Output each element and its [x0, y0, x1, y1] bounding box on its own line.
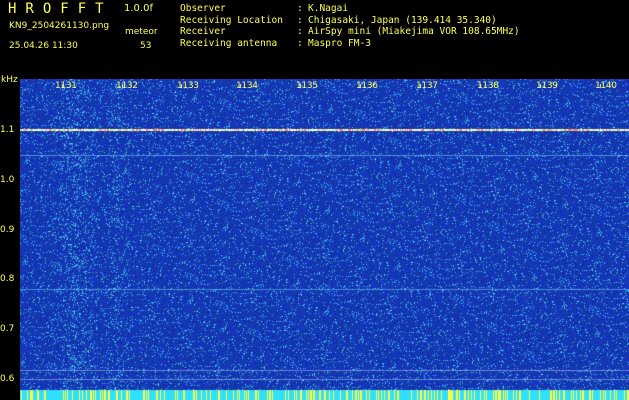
x-tick-label: 1137 [416, 81, 438, 91]
y-tick-label: 1.0 [0, 175, 15, 185]
x-tick-label: 1135 [296, 81, 318, 91]
meteor-count-value: 53 [140, 41, 152, 51]
info-separator: : [297, 14, 303, 26]
info-value: Maspro FM-3 [308, 37, 371, 49]
x-tick-label: 1139 [536, 81, 558, 91]
x-tick-label: 1131 [55, 81, 77, 91]
info-separator: : [297, 26, 303, 38]
app-brand: HROFFT [8, 1, 113, 17]
y-tick-label: 1.1 [0, 125, 15, 135]
info-key: Receiving antenna [180, 37, 278, 49]
x-tick-label: 1133 [177, 81, 199, 91]
y-tick-label: 0.6 [0, 374, 15, 384]
meteor-count-label: meteor [125, 27, 158, 37]
info-key: Receiving Location [180, 14, 283, 26]
info-row-receiver: Receiver : AirSpy mini (Miakejima VOR 10… [180, 26, 520, 38]
header-panel: HROFFT 1.0.0f KN9_2504261130.png meteor … [0, 0, 629, 78]
observation-timestamp: 25.04.26 11:30 [9, 41, 78, 51]
y-tick-label: 0.7 [0, 324, 15, 334]
image-filename: KN9_2504261130.png [9, 21, 110, 31]
info-key: Receiver [180, 26, 226, 38]
y-axis-unit: kHz [1, 75, 18, 85]
y-tick-label: 0.8 [0, 274, 15, 284]
info-row-location: Receiving Location : Chigasaki, Japan (1… [180, 15, 520, 27]
spectrogram [20, 79, 629, 400]
info-key: Observer [180, 3, 226, 14]
info-row-antenna: Receiving antenna : Maspro FM-3 [180, 38, 520, 50]
info-row-observer: Observer : K.Nagai [180, 3, 520, 15]
station-info: Observer : K.Nagai Receiving Location : … [180, 3, 520, 49]
info-separator: : [297, 3, 303, 14]
x-tick-label: 1136 [356, 81, 378, 91]
x-tick-label: 1134 [236, 81, 258, 91]
app-version: 1.0.0f [124, 3, 153, 14]
x-tick-label: 1140 [595, 81, 617, 91]
info-value: AirSpy mini (Miakejima VOR 108.65MHz) [308, 26, 520, 38]
info-value: K.Nagai [308, 3, 349, 14]
x-tick-label: 1138 [477, 81, 499, 91]
info-separator: : [297, 37, 303, 49]
y-tick-label: 0.9 [0, 225, 15, 235]
x-tick-label: 1132 [116, 81, 138, 91]
info-value: Chigasaki, Japan (139.414 35.340) [308, 14, 497, 26]
